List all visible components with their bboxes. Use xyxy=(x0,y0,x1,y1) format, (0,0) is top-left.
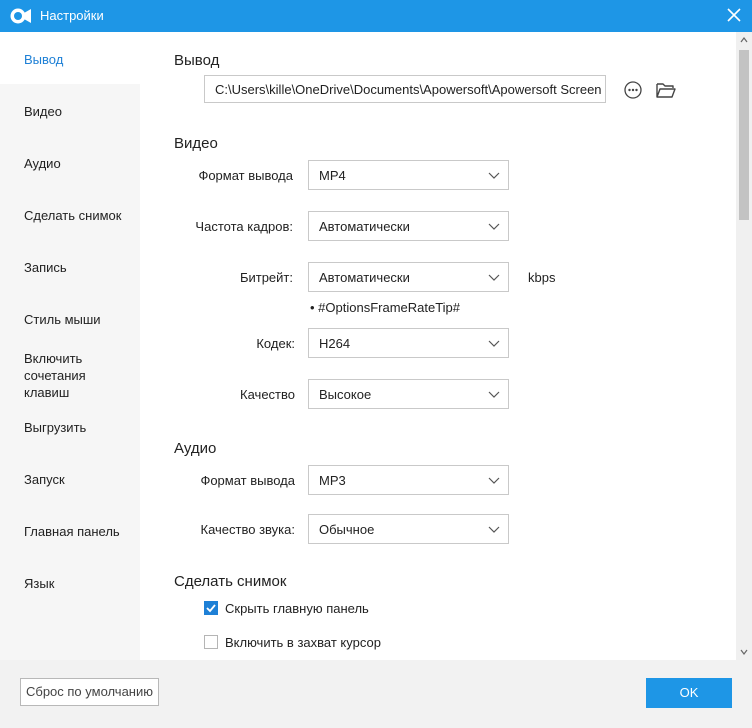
sidebar-item-upload[interactable]: Выгрузить xyxy=(0,400,140,452)
dialog-footer: Сброс по умолчанию OK xyxy=(0,660,752,728)
chevron-down-icon xyxy=(488,340,500,347)
scroll-up-icon[interactable] xyxy=(740,36,748,44)
scrollbar-thumb[interactable] xyxy=(739,50,749,220)
settings-sidebar: Вывод Видео Аудио Сделать снимок Запись … xyxy=(0,32,140,660)
scroll-down-icon[interactable] xyxy=(740,648,748,656)
chevron-down-icon xyxy=(488,526,500,533)
codec-label: Кодек: xyxy=(256,336,295,351)
sidebar-item-startup[interactable]: Запуск xyxy=(0,452,140,504)
more-options-icon[interactable] xyxy=(622,79,644,101)
sidebar-item-output[interactable]: Вывод xyxy=(0,32,140,84)
reset-defaults-button[interactable]: Сброс по умолчанию xyxy=(20,678,159,706)
folder-open-icon[interactable] xyxy=(655,79,677,101)
ok-button[interactable]: OK xyxy=(646,678,732,708)
chevron-down-icon xyxy=(488,172,500,179)
audio-quality-select[interactable]: Обычное xyxy=(308,514,509,544)
include-cursor-checkbox[interactable] xyxy=(204,635,218,649)
checkmark-icon xyxy=(206,604,216,613)
snapshot-section-title: Сделать снимок xyxy=(174,573,287,590)
codec-select[interactable]: H264 xyxy=(308,328,509,358)
sidebar-item-audio[interactable]: Аудио xyxy=(0,136,140,188)
bitrate-label: Битрейт: xyxy=(239,270,293,285)
framerate-tip: • #OptionsFrameRateTip# xyxy=(310,300,461,315)
audio-format-select[interactable]: MP3 xyxy=(308,465,509,495)
app-logo-icon xyxy=(10,8,31,24)
chevron-down-icon xyxy=(488,477,500,484)
chevron-down-icon xyxy=(488,274,500,281)
video-quality-select[interactable]: Высокое xyxy=(308,379,509,409)
bitrate-unit: kbps xyxy=(528,270,556,285)
title-bar: Настройки xyxy=(0,0,752,32)
output-path-field[interactable]: C:\Users\kille\OneDrive\Documents\Apower… xyxy=(204,75,606,103)
chevron-down-icon xyxy=(488,223,500,230)
include-cursor-label: Включить в захват курсор xyxy=(225,635,381,650)
video-format-select[interactable]: MP4 xyxy=(308,160,509,190)
video-quality-label: Качество xyxy=(240,387,295,402)
sidebar-item-snapshot[interactable]: Сделать снимок xyxy=(0,188,140,240)
window-title: Настройки xyxy=(40,8,104,23)
sidebar-item-hotkeys[interactable]: Включить сочетания клавиш xyxy=(0,336,140,400)
sidebar-item-record[interactable]: Запись xyxy=(0,240,140,292)
audio-quality-label: Качество звука: xyxy=(200,522,295,537)
video-section-title: Видео xyxy=(174,135,218,152)
hide-panel-label: Скрыть главную панель xyxy=(225,601,369,616)
close-icon[interactable] xyxy=(726,7,742,23)
audio-format-label: Формат вывода xyxy=(200,473,295,488)
sidebar-item-video[interactable]: Видео xyxy=(0,84,140,136)
settings-content: Вывод C:\Users\kille\OneDrive\Documents\… xyxy=(140,32,736,660)
audio-section-title: Аудио xyxy=(174,440,217,457)
sidebar-item-language[interactable]: Язык xyxy=(0,556,140,608)
framerate-select[interactable]: Автоматически xyxy=(308,211,509,241)
hide-panel-checkbox[interactable] xyxy=(204,601,218,615)
framerate-label: Частота кадров: xyxy=(195,219,293,234)
sidebar-item-main-panel[interactable]: Главная панель xyxy=(0,504,140,556)
bitrate-select[interactable]: Автоматически xyxy=(308,262,509,292)
content-scrollbar[interactable] xyxy=(736,32,752,660)
output-section-title: Вывод xyxy=(174,52,220,69)
video-format-label: Формат вывода xyxy=(198,168,293,183)
chevron-down-icon xyxy=(488,391,500,398)
